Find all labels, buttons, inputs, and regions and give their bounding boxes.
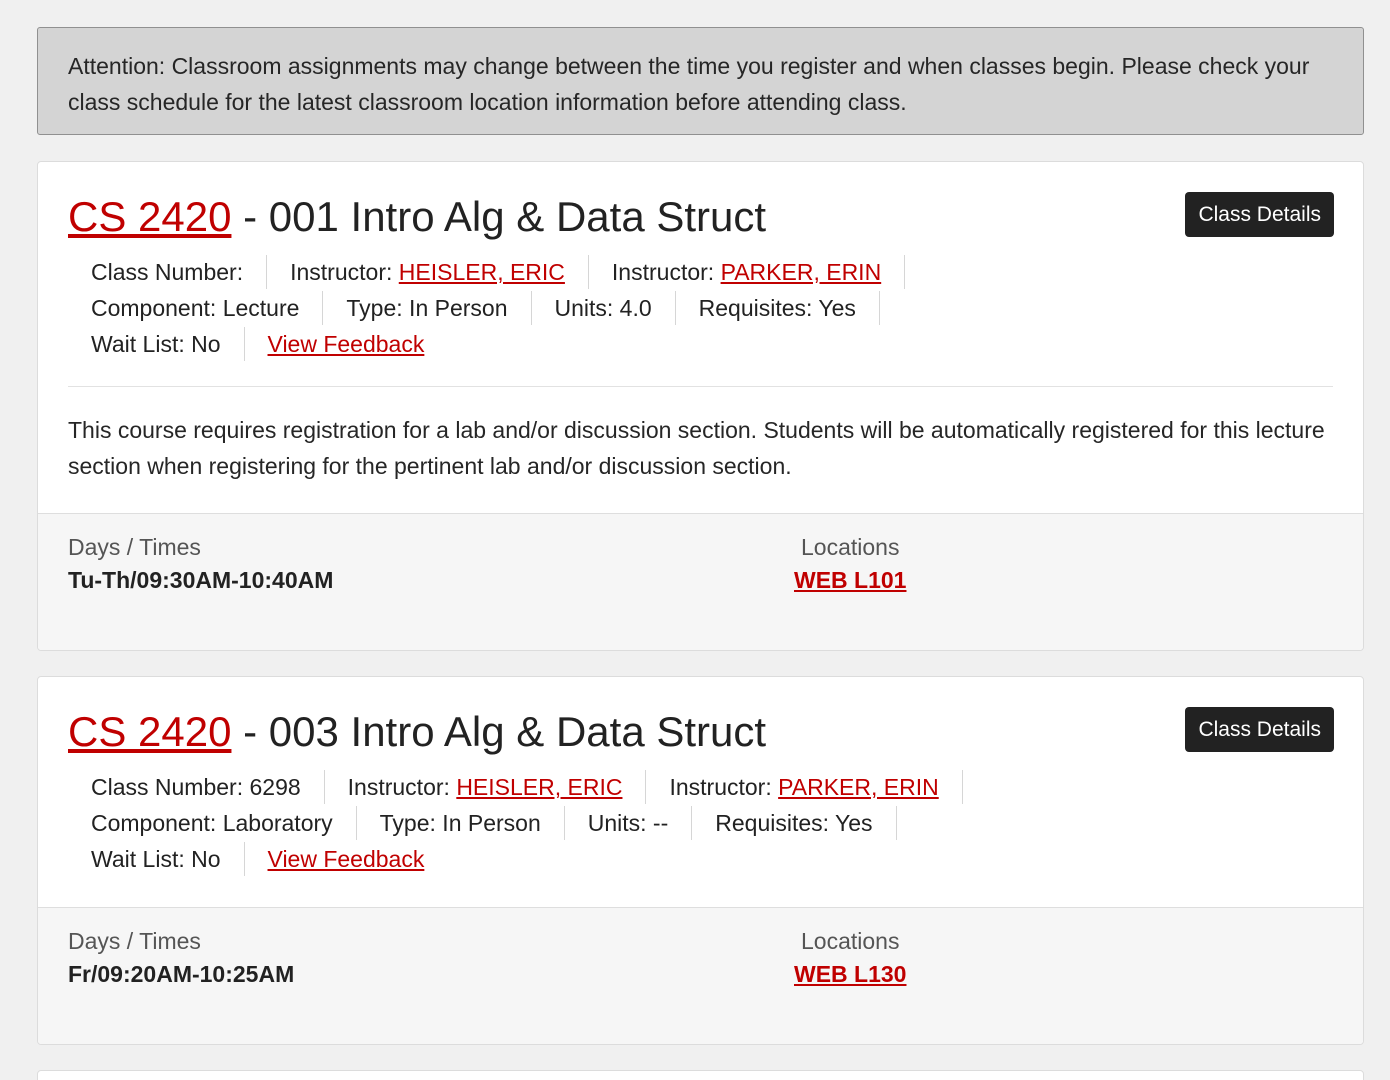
class-section-card: CS 2420 - 001 Intro Alg & Data Struct Cl… — [37, 161, 1364, 651]
instructor-label: Instructor: — [669, 774, 772, 800]
locations-label: Locations — [801, 928, 900, 954]
location-value: WEB L101 — [794, 565, 906, 595]
class-details-button[interactable]: Class Details — [1185, 707, 1334, 752]
days-times-label: Days / Times — [68, 534, 201, 560]
feedback-item: View Feedback — [245, 327, 448, 361]
instructor-label: Instructor: — [611, 259, 715, 285]
view-feedback-link[interactable]: View Feedback — [268, 846, 425, 872]
notice-text: Attention: Classroom assignments may cha… — [68, 53, 1310, 115]
divider — [68, 386, 1333, 387]
instructor-1: Instructor: HEISLER, ERIC — [325, 770, 647, 804]
class-meta: Class Number: 6298 Instructor: HEISLER, … — [68, 769, 1333, 877]
wait-list: Wait List: No — [68, 842, 245, 876]
section-title-text: - 003 Intro Alg & Data Struct — [231, 708, 767, 755]
class-details-button[interactable]: Class Details — [1185, 192, 1334, 237]
type: Type: In Person — [357, 806, 565, 840]
section-title-text: - 001 Intro Alg & Data Struct — [231, 193, 767, 240]
class-number: Class Number: — [68, 255, 268, 289]
class-number: Class Number: 6298 — [68, 770, 325, 804]
instructor-1: Instructor: HEISLER, ERIC — [267, 255, 589, 289]
instructor-link[interactable]: HEISLER, ERIC — [399, 259, 565, 285]
instructor-label: Instructor: — [347, 774, 450, 800]
days-times-value: Tu-Th/09:30AM-10:40AM — [68, 567, 334, 593]
component: Component: Lecture — [68, 291, 324, 325]
units: Units: 4.0 — [532, 291, 676, 325]
location-link[interactable]: WEB L130 — [794, 961, 906, 987]
locations-label: Locations — [801, 534, 900, 560]
wait-list: Wait List: No — [68, 327, 245, 361]
class-meta: Class Number: Instructor: HEISLER, ERIC … — [68, 254, 1333, 362]
days-times-value: Fr/09:20AM-10:25AM — [68, 961, 295, 987]
course-link[interactable]: CS 2420 — [68, 193, 231, 240]
instructor-label: Instructor: — [290, 259, 393, 285]
requisites: Requisites: Yes — [692, 806, 897, 840]
type: Type: In Person — [323, 291, 532, 325]
schedule-panel: Days / Times Fr/09:20AM-10:25AM Location… — [38, 907, 1363, 1044]
location-link[interactable]: WEB L101 — [794, 567, 906, 593]
instructor-2: Instructor: PARKER, ERIN — [646, 770, 963, 804]
class-section-card-partial — [37, 1070, 1364, 1080]
class-section-header: CS 2420 - 003 Intro Alg & Data Struct Cl… — [38, 677, 1363, 907]
classroom-notice: Attention: Classroom assignments may cha… — [37, 27, 1364, 135]
class-section-card: CS 2420 - 003 Intro Alg & Data Struct Cl… — [37, 676, 1364, 1045]
location-value: WEB L130 — [794, 959, 906, 989]
section-title: CS 2420 - 003 Intro Alg & Data Struct — [68, 705, 766, 759]
page: Attention: Classroom assignments may cha… — [0, 0, 1390, 1080]
instructor-link[interactable]: PARKER, ERIN — [778, 774, 939, 800]
requisites: Requisites: Yes — [676, 291, 880, 325]
class-section-header: CS 2420 - 001 Intro Alg & Data Struct Cl… — [38, 162, 1363, 513]
instructor-2: Instructor: PARKER, ERIN — [589, 255, 906, 289]
section-description: This course requires registration for a … — [68, 417, 1325, 479]
view-feedback-link[interactable]: View Feedback — [268, 331, 425, 357]
section-title: CS 2420 - 001 Intro Alg & Data Struct — [68, 190, 766, 244]
course-link[interactable]: CS 2420 — [68, 708, 231, 755]
days-times-label: Days / Times — [68, 928, 201, 954]
component: Component: Laboratory — [68, 806, 357, 840]
units: Units: -- — [565, 806, 693, 840]
schedule-panel: Days / Times Tu-Th/09:30AM-10:40AM Locat… — [38, 513, 1363, 650]
feedback-item: View Feedback — [245, 842, 448, 876]
instructor-link[interactable]: PARKER, ERIN — [721, 259, 882, 285]
instructor-link[interactable]: HEISLER, ERIC — [456, 774, 622, 800]
